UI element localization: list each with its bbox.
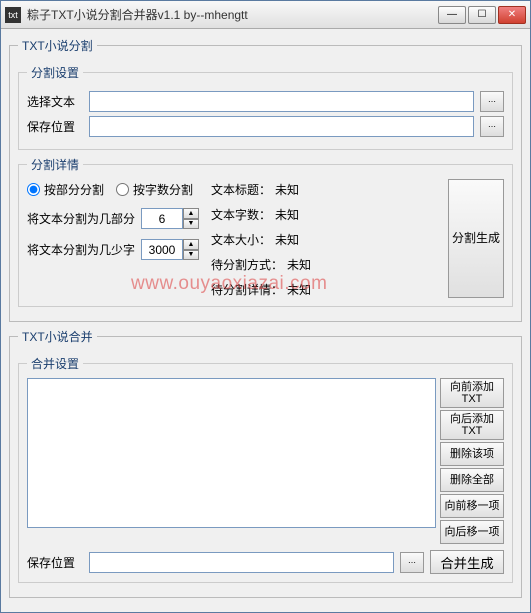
chars-spin-down[interactable]: ▼ <box>183 250 199 261</box>
split-settings-legend: 分割设置 <box>27 64 83 81</box>
info-detail-value: 未知 <box>287 281 311 298</box>
split-details-legend: 分割详情 <box>27 156 83 173</box>
chars-label: 将文本分割为几少字 <box>27 241 135 258</box>
app-icon: txt <box>5 7 21 23</box>
split-details: 分割详情 按部分分割 按字数分割 将文本分割为几部分 <box>18 156 513 307</box>
info-size-value: 未知 <box>275 231 299 248</box>
info-mode-label: 待分割方式： <box>211 256 283 273</box>
merge-listbox[interactable] <box>27 378 436 528</box>
window-title: 粽子TXT小说分割合并器v1.1 by--mhengtt <box>27 6 438 23</box>
parts-spin-down[interactable]: ▼ <box>183 219 199 230</box>
merge-browse-button[interactable]: ⋯ <box>400 552 424 573</box>
save-path-input[interactable] <box>89 116 474 137</box>
delete-all-button[interactable]: 删除全部 <box>440 468 504 492</box>
info-title-value: 未知 <box>275 181 299 198</box>
info-size-label: 文本大小： <box>211 231 271 248</box>
maximize-button[interactable]: ☐ <box>468 6 496 24</box>
chars-input[interactable] <box>141 239 183 260</box>
merge-settings-legend: 合并设置 <box>27 355 83 372</box>
radio-by-chars[interactable]: 按字数分割 <box>116 181 193 198</box>
select-text-label: 选择文本 <box>27 93 83 110</box>
parts-spin-up[interactable]: ▲ <box>183 208 199 219</box>
move-down-button[interactable]: 向后移一项 <box>440 520 504 544</box>
radio-by-parts[interactable]: 按部分分割 <box>27 181 104 198</box>
merge-save-label: 保存位置 <box>27 554 83 571</box>
radio-by-chars-input[interactable] <box>116 183 129 196</box>
chars-spin-up[interactable]: ▲ <box>183 239 199 250</box>
merge-group: TXT小说合并 合并设置 向前添加TXT 向后添加TXT 删除该项 删除全部 向… <box>9 328 522 598</box>
select-text-input[interactable] <box>89 91 474 112</box>
merge-generate-button[interactable]: 合并生成 <box>430 550 504 574</box>
close-button[interactable]: ✕ <box>498 6 526 24</box>
split-settings: 分割设置 选择文本 ⋯ 保存位置 ⋯ <box>18 64 513 150</box>
delete-item-button[interactable]: 删除该项 <box>440 442 504 466</box>
split-group: TXT小说分割 分割设置 选择文本 ⋯ 保存位置 ⋯ 分割详情 <box>9 37 522 322</box>
merge-settings: 合并设置 向前添加TXT 向后添加TXT 删除该项 删除全部 向前移一项 向后移… <box>18 355 513 583</box>
info-count-value: 未知 <box>275 206 299 223</box>
merge-save-input[interactable] <box>89 552 394 573</box>
move-up-button[interactable]: 向前移一项 <box>440 494 504 518</box>
info-count-label: 文本字数： <box>211 206 271 223</box>
add-front-button[interactable]: 向前添加TXT <box>440 378 504 408</box>
merge-group-legend: TXT小说合并 <box>18 328 97 345</box>
minimize-button[interactable]: — <box>438 6 466 24</box>
select-text-browse-button[interactable]: ⋯ <box>480 91 504 112</box>
save-path-label: 保存位置 <box>27 118 83 135</box>
titlebar: txt 粽子TXT小说分割合并器v1.1 by--mhengtt — ☐ ✕ <box>1 1 530 29</box>
save-path-browse-button[interactable]: ⋯ <box>480 116 504 137</box>
radio-by-parts-input[interactable] <box>27 183 40 196</box>
info-detail-label: 待分割详情： <box>211 281 283 298</box>
parts-label: 将文本分割为几部分 <box>27 210 135 227</box>
split-group-legend: TXT小说分割 <box>18 37 97 54</box>
info-mode-value: 未知 <box>287 256 311 273</box>
parts-input[interactable] <box>141 208 183 229</box>
add-back-button[interactable]: 向后添加TXT <box>440 410 504 440</box>
info-title-label: 文本标题： <box>211 181 271 198</box>
split-generate-button[interactable]: 分割生成 <box>448 179 504 298</box>
